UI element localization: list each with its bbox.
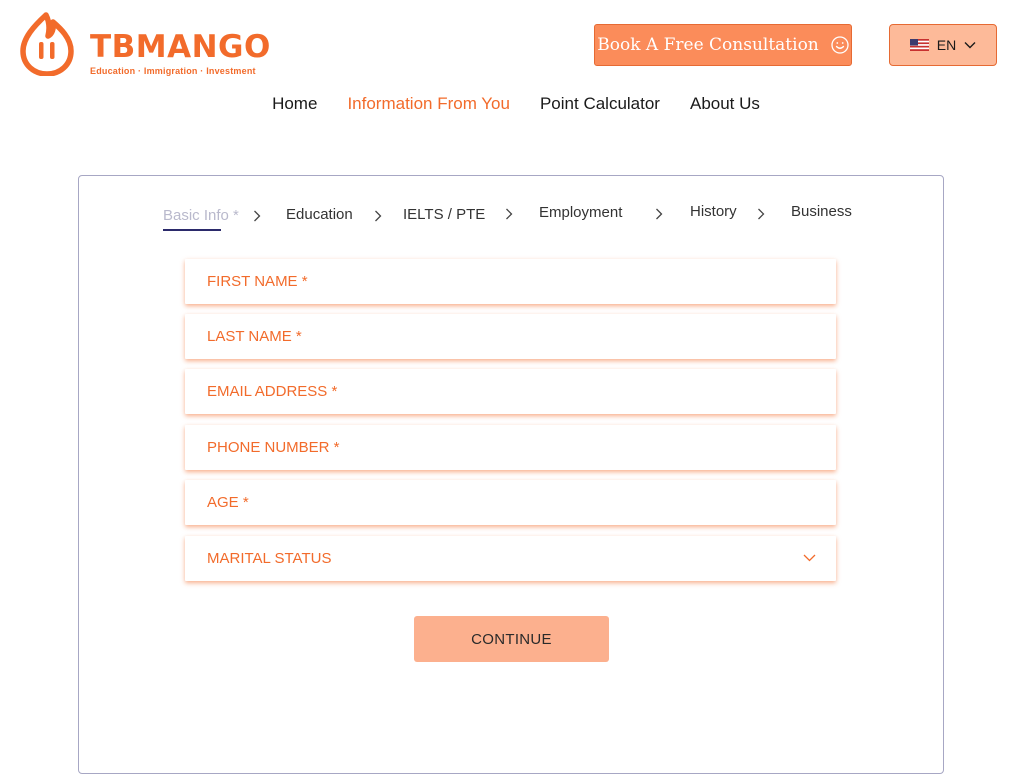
book-consultation-label: Book A Free Consultation: [597, 35, 819, 55]
step-basic-info[interactable]: Basic Info *: [163, 207, 239, 224]
chevron-right-icon: [758, 208, 765, 220]
step-employment[interactable]: Employment: [539, 204, 622, 221]
language-selector[interactable]: EN: [889, 24, 997, 66]
nav-point-calculator[interactable]: Point Calculator: [540, 94, 660, 114]
mango-flame-icon: [20, 12, 74, 76]
chevron-right-icon: [375, 210, 382, 222]
step-history[interactable]: History: [690, 203, 737, 220]
form-card: Basic Info * Education IELTS / PTE Emplo…: [78, 175, 944, 774]
age-input[interactable]: [207, 494, 836, 511]
email-field: [185, 369, 836, 414]
language-label: EN: [936, 37, 957, 53]
phone-input[interactable]: [207, 439, 836, 456]
book-consultation-button[interactable]: Book A Free Consultation: [594, 24, 852, 66]
us-flag-icon: [909, 39, 929, 51]
logo-name: TBMANGO: [90, 29, 271, 65]
nav-home[interactable]: Home: [272, 94, 317, 114]
step-education[interactable]: Education: [286, 206, 353, 223]
marital-status-select[interactable]: MARITAL STATUS: [185, 536, 836, 581]
smile-icon: [831, 36, 849, 54]
marital-status-label: MARITAL STATUS: [207, 550, 332, 567]
active-step-underline: [163, 229, 221, 231]
nav-about-us[interactable]: About Us: [690, 94, 760, 114]
chevron-right-icon: [254, 210, 261, 222]
first-name-field: [185, 259, 836, 304]
phone-field: [185, 425, 836, 470]
logo[interactable]: TBMANGO Education · Immigration · Invest…: [20, 12, 271, 76]
nav-information-from-you[interactable]: Information From You: [347, 94, 510, 114]
step-ielts-pte[interactable]: IELTS / PTE: [403, 206, 485, 223]
last-name-input[interactable]: [207, 328, 836, 345]
first-name-input[interactable]: [207, 273, 836, 290]
main-nav: Home Information From You Point Calculat…: [0, 94, 1024, 114]
email-input[interactable]: [207, 383, 836, 400]
continue-button[interactable]: CONTINUE: [414, 616, 609, 662]
step-business[interactable]: Business: [791, 203, 852, 220]
chevron-down-icon: [803, 554, 816, 562]
step-tabs: Basic Info * Education IELTS / PTE Emplo…: [163, 203, 863, 237]
logo-tagline: Education · Immigration · Investment: [90, 66, 256, 76]
chevron-down-icon: [964, 42, 976, 49]
last-name-field: [185, 314, 836, 359]
age-field: [185, 480, 836, 525]
chevron-right-icon: [506, 208, 513, 220]
chevron-right-icon: [656, 208, 663, 220]
